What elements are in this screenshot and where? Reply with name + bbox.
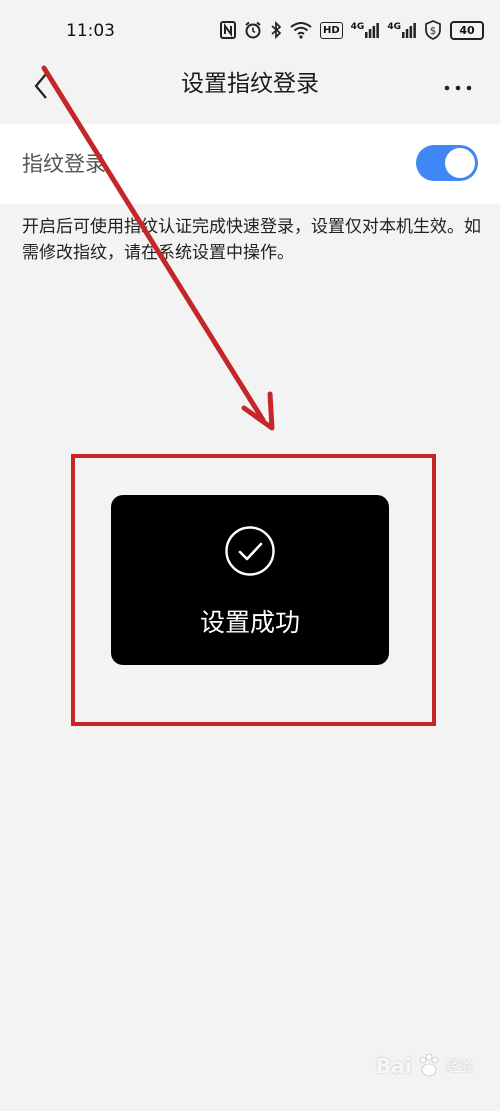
signal-label-2: 4G [387, 22, 401, 32]
more-horizontal-icon[interactable] [438, 70, 478, 106]
signal-label: 4G [350, 22, 365, 32]
toast-message: 设置成功 [199, 608, 300, 637]
baidu-watermark: Bai 经验 [376, 1053, 474, 1079]
signal-icon-2: 4G [387, 22, 416, 38]
svg-text:$: $ [430, 26, 436, 37]
status-icons: HD 4G 4G $ 40 [220, 18, 484, 42]
fingerprint-login-toggle[interactable] [416, 145, 478, 181]
nav-bar: 设置指纹登录 [0, 62, 500, 122]
bluetooth-icon [271, 21, 282, 39]
status-time: 11:03 [66, 21, 115, 41]
check-circle-icon [225, 526, 275, 576]
battery-icon: 40 [449, 20, 484, 40]
watermark-sub-text: 经验 [445, 1059, 474, 1075]
wifi-icon [290, 22, 312, 39]
fingerprint-login-label: 指纹登录 [22, 152, 106, 176]
status-bar: 11:03 HD 4G 4G $ 40 [0, 0, 500, 62]
signal-icon: 4G [351, 22, 380, 38]
toggle-knob [445, 148, 475, 178]
nfc-icon [220, 21, 236, 39]
hd-badge: HD [320, 21, 343, 39]
success-toast: 设置成功 [111, 495, 389, 665]
watermark-logo-text: Bai [376, 1054, 412, 1078]
page-title: 设置指纹登录 [181, 71, 319, 97]
shield-dollar-icon: $ [425, 20, 441, 40]
description-text: 开启后可使用指纹认证完成快速登录，设置仅对本机生效。如需修改指纹，请在系统设置中… [22, 217, 481, 263]
paw-icon [419, 1053, 438, 1077]
alarm-icon [245, 21, 261, 39]
